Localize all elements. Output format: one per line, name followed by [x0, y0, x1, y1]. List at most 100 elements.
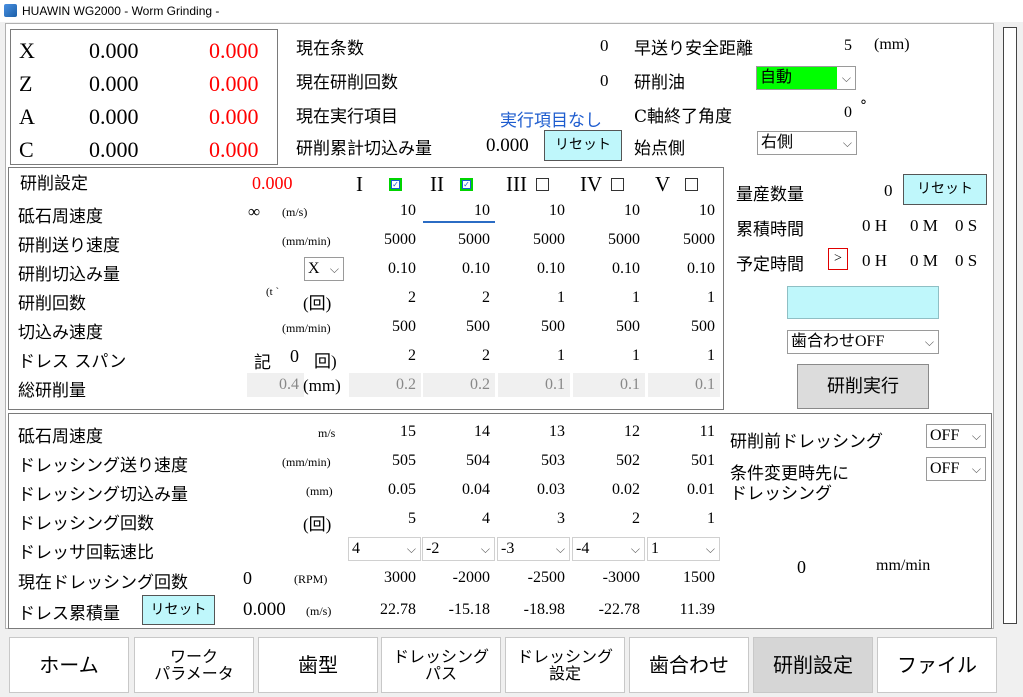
- dress-speed-value: 0: [797, 557, 806, 577]
- ratio-select[interactable]: -4 ⌵: [572, 537, 645, 561]
- nav-home-button[interactable]: ホーム: [9, 637, 129, 693]
- dress-value-cell[interactable]: 1: [648, 507, 720, 531]
- grind-value-cell[interactable]: 10: [423, 199, 495, 223]
- nav-label-line: ワーク: [169, 647, 218, 666]
- oil-select[interactable]: 自動 ⌵: [756, 66, 856, 90]
- grind-value-cell[interactable]: 500: [498, 315, 570, 339]
- grind-value-cell[interactable]: 500: [573, 315, 645, 339]
- app-logo-icon: [4, 4, 17, 17]
- start-side-select[interactable]: 右側 ⌵: [757, 131, 857, 155]
- dress-value-cell[interactable]: 3: [498, 507, 570, 531]
- pre-dressing-value: OFF: [930, 427, 960, 444]
- ratio-select[interactable]: -2 ⌵: [422, 537, 495, 561]
- grind-value-cell[interactable]: 5000: [573, 228, 645, 252]
- c-end-label: C軸終了角度: [634, 107, 733, 127]
- grind-value-cell[interactable]: 500: [349, 315, 421, 339]
- grind-settings-title: 研削設定: [20, 174, 88, 194]
- dress-value-cell[interactable]: 4: [423, 507, 495, 531]
- dress-value-cell[interactable]: 0.01: [648, 478, 720, 502]
- cut-axis-select[interactable]: X ⌵: [304, 257, 344, 281]
- plan-time-label: 予定時間: [736, 255, 804, 275]
- plan-time-button[interactable]: >: [828, 248, 848, 270]
- nav-label-line: 設定: [548, 664, 581, 683]
- exec-item-label: 現在実行項目: [296, 107, 398, 127]
- grind-value-cell[interactable]: 1: [648, 286, 720, 310]
- dress-value-cell[interactable]: 13: [498, 420, 570, 444]
- nav-grind-settings-button[interactable]: 研削設定: [753, 637, 873, 693]
- vertical-scrollbar[interactable]: [1003, 27, 1017, 624]
- c-end-input[interactable]: 0: [757, 100, 857, 126]
- dress-value-cell[interactable]: 5: [349, 507, 421, 531]
- dress-value-cell[interactable]: 0.02: [573, 478, 645, 502]
- dress-value-cell[interactable]: 501: [648, 449, 720, 473]
- grind-value-cell[interactable]: 0.10: [498, 257, 570, 281]
- column-checkbox[interactable]: ✓: [460, 178, 473, 191]
- grind-value-cell[interactable]: 0.10: [648, 257, 720, 281]
- grind-value-cell[interactable]: 5000: [498, 228, 570, 252]
- dress-value-cell[interactable]: 11: [648, 420, 720, 444]
- grind-value-cell[interactable]: 2: [423, 344, 495, 368]
- grind-value-cell[interactable]: 0.10: [423, 257, 495, 281]
- grind-value-cell[interactable]: 1: [498, 286, 570, 310]
- cum-cut-reset-button[interactable]: リセット: [544, 130, 622, 161]
- nav-dressing-path-button[interactable]: ドレッシング パス: [381, 637, 501, 693]
- grind-value-cell[interactable]: 10: [498, 199, 570, 223]
- grind-value-cell[interactable]: 5000: [648, 228, 720, 252]
- nav-mesh-button[interactable]: 歯合わせ: [629, 637, 749, 693]
- grind-value-cell[interactable]: 1: [573, 286, 645, 310]
- column-checkbox[interactable]: [685, 178, 698, 191]
- grind-value-cell[interactable]: 500: [423, 315, 495, 339]
- dress-value-cell[interactable]: 505: [349, 449, 421, 473]
- grind-value-cell[interactable]: 2: [349, 344, 421, 368]
- cum-cut-label: 研削累計切込み量: [296, 139, 432, 159]
- window-title: HUAWIN WG2000 - Worm Grinding -: [22, 4, 220, 18]
- dress-value-cell[interactable]: 0.04: [423, 478, 495, 502]
- grind-value-cell[interactable]: 5000: [349, 228, 421, 252]
- dress-value-cell[interactable]: 2: [573, 507, 645, 531]
- dress-value-cell[interactable]: 503: [498, 449, 570, 473]
- column-checkbox[interactable]: [611, 178, 624, 191]
- chevron-down-icon: ⌵: [924, 335, 934, 349]
- grind-value-cell[interactable]: 0.10: [349, 257, 421, 281]
- pre-dressing-select[interactable]: OFF ⌵: [926, 424, 986, 448]
- grind-value-cell[interactable]: 500: [648, 315, 720, 339]
- column-checkbox[interactable]: ✓: [389, 178, 402, 191]
- nav-work-params-button[interactable]: ワーク パラメータ: [134, 637, 254, 693]
- rapid-distance-unit: (mm): [874, 36, 910, 53]
- grind-value-cell[interactable]: 1: [573, 344, 645, 368]
- grind-value-cell[interactable]: 5000: [423, 228, 495, 252]
- ratio-select[interactable]: 1 ⌵: [647, 537, 720, 561]
- dress-value-cell[interactable]: 14: [423, 420, 495, 444]
- dress-value-cell[interactable]: 12: [573, 420, 645, 444]
- ratio-select[interactable]: -3 ⌵: [497, 537, 570, 561]
- cum-time-h: 0 H: [862, 216, 888, 235]
- grind-value-cell[interactable]: 0.10: [573, 257, 645, 281]
- dress-value-cell[interactable]: 504: [423, 449, 495, 473]
- run-grinding-button[interactable]: 研削実行: [797, 364, 929, 409]
- dress-value-cell[interactable]: 15: [349, 420, 421, 444]
- dress-span-prefix: 記: [254, 353, 271, 373]
- nav-file-button[interactable]: ファイル: [877, 637, 997, 693]
- grind-value-cell[interactable]: 10: [573, 199, 645, 223]
- chevron-down-icon: ⌵: [630, 542, 640, 556]
- dress-value-cell[interactable]: 0.03: [498, 478, 570, 502]
- grind-value-cell[interactable]: 10: [349, 199, 421, 223]
- nav-dressing-settings-button[interactable]: ドレッシング 設定: [505, 637, 625, 693]
- ratio-select[interactable]: 4 ⌵: [348, 537, 421, 561]
- dress-cum-reset-button[interactable]: リセット: [142, 595, 215, 625]
- dress-value-cell[interactable]: 502: [573, 449, 645, 473]
- dress-row-label: ドレッシング回数: [18, 514, 154, 534]
- nav-tooth-profile-button[interactable]: 歯型: [258, 637, 378, 693]
- production-reset-button[interactable]: リセット: [903, 174, 987, 205]
- cond-dressing-select[interactable]: OFF ⌵: [926, 457, 986, 481]
- grind-value-cell[interactable]: 10: [648, 199, 720, 223]
- grind-row-label: 研削送り速度: [18, 236, 120, 256]
- rapid-distance-input[interactable]: 5: [793, 33, 857, 59]
- grind-value-cell[interactable]: 1: [648, 344, 720, 368]
- grind-value-cell[interactable]: 2: [423, 286, 495, 310]
- grind-value-cell[interactable]: 1: [498, 344, 570, 368]
- grind-value-cell[interactable]: 2: [349, 286, 421, 310]
- mesh-select[interactable]: 歯合わせOFF ⌵: [787, 330, 939, 354]
- column-checkbox[interactable]: [536, 178, 549, 191]
- dress-value-cell[interactable]: 0.05: [349, 478, 421, 502]
